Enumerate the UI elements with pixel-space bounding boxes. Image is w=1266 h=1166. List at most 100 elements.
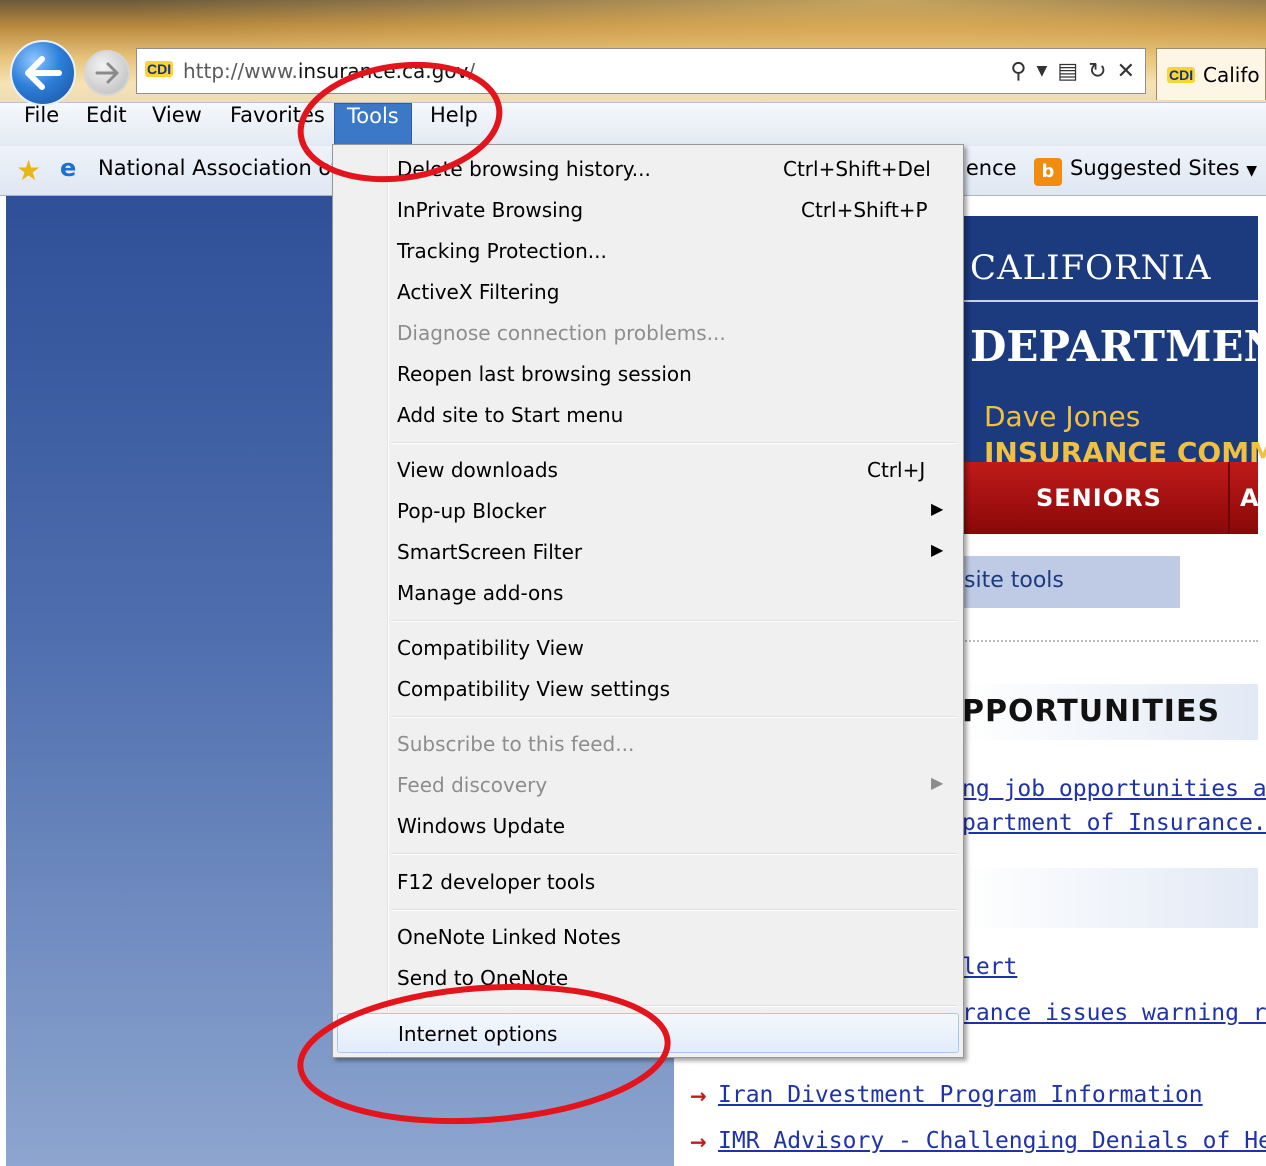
menu-separator	[391, 853, 957, 855]
menu-item-inprivate[interactable]: InPrivate Browsing Ctrl+Shift+P	[337, 190, 959, 230]
favorite-link-national-association[interactable]: National Association of	[98, 156, 339, 180]
header-divider	[962, 300, 1258, 302]
menu-item-internet-options[interactable]: Internet options	[337, 1013, 959, 1053]
header-state: CALIFORNIA	[970, 248, 1212, 288]
dropdown-arrow-icon[interactable]: ▼	[1037, 63, 1048, 79]
menu-item-label: Internet options	[398, 1022, 558, 1046]
menu-item-tracking-protection[interactable]: Tracking Protection...	[337, 231, 959, 271]
menu-view[interactable]: View	[140, 103, 214, 145]
menu-edit[interactable]: Edit	[74, 103, 139, 145]
menu-item-view-downloads[interactable]: View downloads Ctrl+J	[337, 450, 959, 490]
menu-item-diagnose-connection: Diagnose connection problems...	[337, 313, 959, 353]
menu-separator	[391, 716, 957, 718]
link-job-opportunities[interactable]: ng job opportunities ava	[962, 776, 1266, 802]
link-arrow-icon: →	[690, 1084, 707, 1108]
menu-file[interactable]: File	[12, 103, 71, 145]
menu-item-smartscreen[interactable]: SmartScreen Filter ▶	[337, 532, 959, 572]
menu-separator	[391, 442, 957, 444]
search-icon[interactable]: ⚲	[1010, 59, 1026, 84]
favorites-star-icon[interactable]: ★	[16, 154, 41, 187]
menu-item-activex-filtering[interactable]: ActiveX Filtering	[337, 272, 959, 312]
menu-item-compatibility-view[interactable]: Compatibility View	[337, 628, 959, 668]
menu-tools[interactable]: Tools	[334, 103, 412, 145]
menu-item-f12-developer-tools[interactable]: F12 developer tools	[337, 862, 959, 902]
link-iran-divestment[interactable]: Iran Divestment Program Information	[718, 1082, 1203, 1108]
menu-item-label: Reopen last browsing session	[397, 362, 692, 386]
menu-item-label: Add site to Start menu	[397, 403, 624, 427]
suggested-sites-label: Suggested Sites	[1070, 156, 1240, 180]
stop-icon[interactable]: ✕	[1117, 59, 1135, 84]
menu-item-label: OneNote Linked Notes	[397, 925, 621, 949]
url-prefix: http://www.	[183, 59, 298, 83]
menu-item-windows-update[interactable]: Windows Update	[337, 806, 959, 846]
link-arrow-icon: →	[690, 1130, 707, 1154]
menu-item-manage-addons[interactable]: Manage add-ons	[337, 573, 959, 613]
compatibility-icon[interactable]: ▤	[1057, 59, 1078, 84]
news-band	[962, 868, 1258, 928]
nav-separator	[1228, 462, 1230, 534]
menu-item-compatibility-settings[interactable]: Compatibility View settings	[337, 669, 959, 709]
menu-item-label: Tracking Protection...	[397, 239, 607, 263]
forward-button[interactable]	[84, 50, 130, 96]
menu-item-label: Manage add-ons	[397, 581, 564, 605]
back-button[interactable]	[10, 40, 76, 106]
menu-item-send-to-onenote[interactable]: Send to OneNote	[337, 958, 959, 998]
link-department-insurance[interactable]: partment of Insurance.	[962, 810, 1266, 836]
menu-item-label: Compatibility View settings	[397, 677, 671, 701]
menu-item-onenote-linked-notes[interactable]: OneNote Linked Notes	[337, 917, 959, 957]
menu-bar: File Edit View Favorites Tools Help	[0, 102, 1266, 146]
menu-item-popup-blocker[interactable]: Pop-up Blocker ▶	[337, 491, 959, 531]
submenu-arrow-icon: ▶	[931, 540, 944, 559]
site-header-banner: CALIFORNIA DEPARTMEN Dave Jones INSURANC…	[962, 216, 1266, 469]
address-url[interactable]: http://www.insurance.ca.gov/	[183, 59, 475, 83]
header-department: DEPARTMEN	[970, 322, 1266, 371]
nav-seniors[interactable]: SENIORS	[1036, 484, 1162, 512]
menu-item-label: Subscribe to this feed...	[397, 732, 635, 756]
menu-item-reopen-session[interactable]: Reopen last browsing session	[337, 354, 959, 394]
link-imr-advisory[interactable]: IMR Advisory - Challenging Denials of He…	[718, 1128, 1266, 1154]
url-suffix: /	[468, 59, 476, 83]
site-tools-box: site tools	[962, 556, 1180, 608]
suggested-sites-icon: b	[1034, 158, 1062, 186]
menu-item-shortcut: Ctrl+Shift+Del	[783, 157, 931, 181]
submenu-arrow-icon: ▶	[931, 499, 944, 518]
tools-dropdown-menu: Delete browsing history... Ctrl+Shift+De…	[332, 144, 964, 1058]
menu-item-label: Send to OneNote	[397, 966, 569, 990]
refresh-icon[interactable]: ↻	[1088, 59, 1106, 84]
menu-item-feed-discovery: Feed discovery ▶	[337, 765, 959, 805]
dotted-divider	[962, 640, 1258, 642]
menu-favorites[interactable]: Favorites	[218, 103, 337, 145]
menu-help[interactable]: Help	[418, 103, 490, 145]
tab-favicon: CDI	[1167, 67, 1196, 83]
menu-item-subscribe-feed: Subscribe to this feed...	[337, 724, 959, 764]
menu-item-shortcut: Ctrl+J	[867, 458, 926, 482]
menu-item-label: Feed discovery	[397, 773, 548, 797]
favorite-link-experience[interactable]: ience	[960, 156, 1017, 180]
chevron-down-icon: ▼	[1246, 163, 1258, 179]
ie-page-icon: e	[60, 154, 77, 182]
menu-item-label: Pop-up Blocker	[397, 499, 547, 523]
menu-item-label: InPrivate Browsing	[397, 198, 584, 222]
menu-item-label: SmartScreen Filter	[397, 540, 583, 564]
menu-separator	[391, 1005, 957, 1007]
header-commissioner-name: Dave Jones	[984, 400, 1141, 433]
menu-item-add-to-start[interactable]: Add site to Start menu	[337, 395, 959, 435]
address-bar[interactable]: CDI http://www.insurance.ca.gov/ ⚲ ▼ ▤ ↻…	[136, 48, 1146, 94]
link-alert[interactable]: lert	[962, 954, 1017, 980]
suggested-sites-link[interactable]: Suggested Sites ▼	[1070, 156, 1257, 180]
opportunities-heading: PPORTUNITIES	[962, 694, 1221, 729]
menu-item-label: Diagnose connection problems...	[397, 321, 726, 345]
menu-item-label: ActiveX Filtering	[397, 280, 560, 304]
menu-item-delete-history[interactable]: Delete browsing history... Ctrl+Shift+De…	[337, 149, 959, 189]
menu-item-label: Delete browsing history...	[397, 157, 651, 181]
browser-tab[interactable]: CDI Califo	[1156, 48, 1266, 100]
site-nav-bar: SENIORS A	[962, 462, 1259, 534]
menu-item-label: Compatibility View	[397, 636, 584, 660]
tab-title: Califo	[1203, 63, 1260, 87]
back-arrow-icon	[25, 56, 62, 90]
site-tools-label: site tools	[964, 568, 1064, 593]
menu-separator	[391, 909, 957, 911]
nav-next-item[interactable]: A	[1240, 484, 1259, 512]
menu-item-label: View downloads	[397, 458, 558, 482]
link-issues-warning[interactable]: rance issues warning re	[962, 1000, 1266, 1026]
